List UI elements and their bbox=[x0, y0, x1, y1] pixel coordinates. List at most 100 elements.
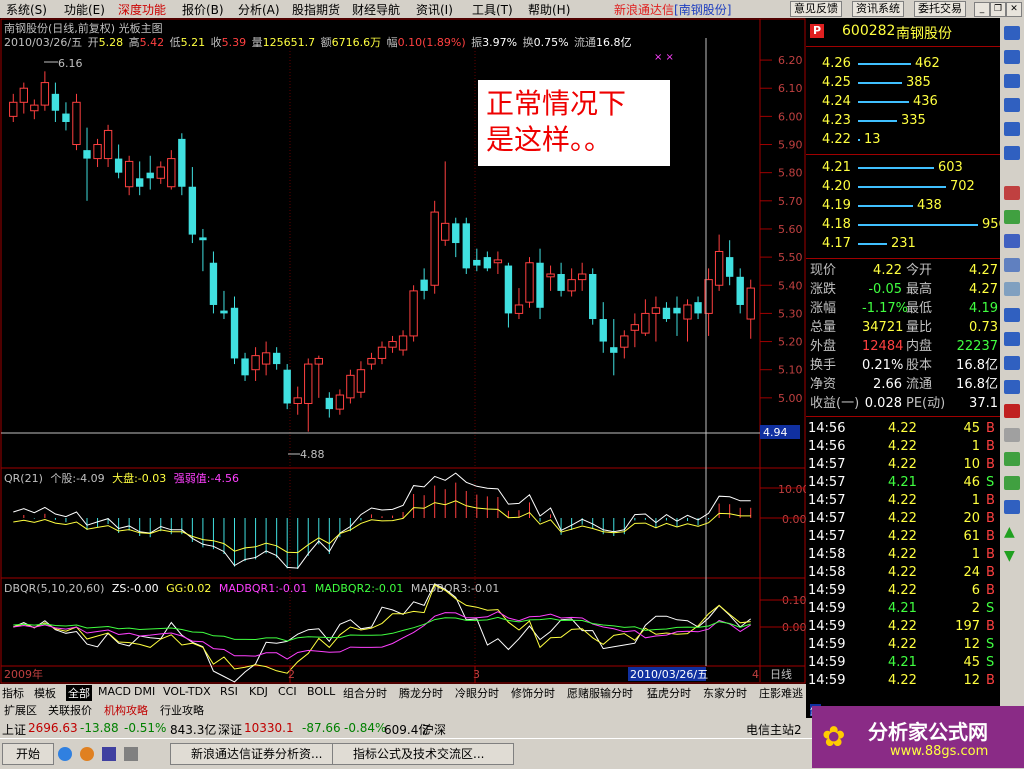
candle-body-down bbox=[610, 347, 618, 353]
bid-volume-bar bbox=[858, 167, 934, 169]
indicator-tab[interactable]: 全部 bbox=[66, 685, 92, 701]
indicator-tab[interactable]: 冷眼分时 bbox=[455, 685, 499, 701]
kline-chart[interactable]: 6.20 6.10 6.00 5.90 5.80 5.70 5.60 5.50 5.40 5.30… bbox=[0, 18, 806, 684]
toolbar-icon-16[interactable] bbox=[1004, 404, 1020, 418]
toolbar-icon-18[interactable] bbox=[1004, 452, 1020, 466]
candle-body-down bbox=[662, 307, 671, 320]
indicator-tab[interactable]: 组合分时 bbox=[343, 685, 387, 701]
indicator-tab[interactable]: 东家分时 bbox=[703, 685, 747, 701]
toolbar-icon-6[interactable] bbox=[1004, 146, 1020, 160]
firefox-quicklaunch-icon[interactable] bbox=[80, 747, 94, 761]
tick-price: 4.22 bbox=[888, 673, 917, 688]
stat-row: 涨幅 -1.17% 最低 4.19 bbox=[806, 300, 1000, 318]
toolbar-icon-15[interactable] bbox=[1004, 380, 1020, 394]
toolbar-icon-19[interactable] bbox=[1004, 476, 1020, 490]
task-forum[interactable]: 指标公式及技术交流区... bbox=[332, 743, 514, 765]
tick-time: 14:56 bbox=[808, 421, 846, 436]
candle-body-down bbox=[536, 262, 544, 308]
menu-function[interactable]: 功能(E) bbox=[64, 1, 105, 18]
toolbar-icon-10[interactable] bbox=[1004, 258, 1020, 272]
browser-quicklaunch-icon[interactable] bbox=[58, 747, 72, 761]
candle-body-up bbox=[620, 335, 629, 348]
extension-tab[interactable]: 扩展区 bbox=[4, 702, 37, 718]
tick-row: 14:59 4.21 45 S bbox=[806, 654, 1000, 672]
candle-body-down bbox=[114, 158, 123, 173]
menu-tools[interactable]: 工具(T) bbox=[472, 1, 513, 18]
toolbar-icon-14[interactable] bbox=[1004, 356, 1020, 370]
desktop-quicklaunch-icon[interactable] bbox=[124, 747, 138, 761]
candle-body-up bbox=[346, 374, 355, 399]
start-button[interactable]: 开始 bbox=[2, 743, 54, 765]
extension-tab[interactable]: 行业攻略 bbox=[160, 702, 204, 718]
indicator-tab[interactable]: 修饰分时 bbox=[511, 685, 555, 701]
menu-futures[interactable]: 股指期货 bbox=[292, 1, 340, 18]
toolbar-icon-7[interactable] bbox=[1004, 186, 1020, 200]
price-tick-label: 5.70 bbox=[778, 195, 803, 208]
price-tick-label: 6.00 bbox=[778, 110, 803, 123]
start-label: 开始 bbox=[15, 747, 40, 761]
menu-system[interactable]: 系统(S) bbox=[6, 1, 47, 18]
stat-value: 22237 bbox=[956, 339, 998, 354]
tick-side: S bbox=[986, 601, 995, 616]
indicator-tab[interactable]: 腾龙分时 bbox=[399, 685, 443, 701]
menu-depth[interactable]: 深度功能 bbox=[118, 1, 166, 18]
candle-body-up bbox=[314, 357, 323, 365]
extension-tab[interactable]: 机构攻略 bbox=[104, 702, 148, 718]
tick-volume: 20 bbox=[963, 511, 980, 526]
tick-price: 4.22 bbox=[888, 493, 917, 508]
period-label[interactable]: 日线 bbox=[770, 667, 792, 681]
indicator-tab[interactable]: BOLL bbox=[307, 685, 335, 698]
toolbar-icon-12[interactable] bbox=[1004, 308, 1020, 322]
menu-analysis[interactable]: 分析(A) bbox=[238, 1, 280, 18]
indicator-tab[interactable]: KDJ bbox=[249, 685, 268, 698]
toolbar-icon-3[interactable] bbox=[1004, 74, 1020, 88]
arrow-down-icon[interactable]: ▼ bbox=[1004, 548, 1015, 564]
candle-body-up bbox=[167, 158, 176, 188]
toolbar-icon-8[interactable] bbox=[1004, 210, 1020, 224]
task-tdx[interactable]: 新浪通达信证券分析资... bbox=[170, 743, 348, 765]
toolbar-icon-17[interactable] bbox=[1004, 428, 1020, 442]
indicator-tab[interactable]: 指标 bbox=[2, 685, 24, 701]
indicator-tab[interactable]: 庄影难逃 bbox=[759, 685, 803, 701]
indicator-tab[interactable]: RSI bbox=[220, 685, 238, 698]
indicator-tab[interactable]: CCI bbox=[278, 685, 297, 698]
qr-bars bbox=[23, 482, 752, 569]
indicator-tab[interactable]: 猛虎分时 bbox=[647, 685, 691, 701]
close-icon[interactable]: ✕ bbox=[1006, 2, 1022, 17]
indicator-tab[interactable]: DMI bbox=[134, 685, 155, 698]
header-turn: 0.75% bbox=[534, 36, 569, 49]
feedback-button[interactable]: 意见反馈 bbox=[790, 1, 842, 17]
extension-tab[interactable]: 关联报价 bbox=[48, 702, 92, 718]
tick-volume: 12 bbox=[963, 673, 980, 688]
indicator-tab[interactable]: 愿赌服输分时 bbox=[567, 685, 633, 701]
arrow-up-icon[interactable]: ▲ bbox=[1004, 524, 1015, 540]
tick-side: B bbox=[986, 673, 995, 688]
app-quicklaunch-icon[interactable] bbox=[102, 747, 116, 761]
bid-volume-bar bbox=[858, 243, 887, 245]
extension-tabs: 扩展区 关联报价 机构攻略 行业攻略 bbox=[0, 701, 806, 718]
menu-nav[interactable]: 财经导航 bbox=[352, 1, 400, 18]
indicator-tab[interactable]: 模板 bbox=[34, 685, 56, 701]
candle-body-up bbox=[377, 346, 387, 359]
menu-help[interactable]: 帮助(H) bbox=[528, 1, 570, 18]
toolbar-icon-2[interactable] bbox=[1004, 50, 1020, 64]
header-date: 2010/03/26/五 bbox=[4, 36, 82, 49]
menu-news[interactable]: 资讯(I) bbox=[416, 1, 453, 18]
minimize-icon[interactable]: _ bbox=[974, 2, 990, 17]
toolbar-icon-11[interactable] bbox=[1004, 282, 1020, 296]
indicator-tab[interactable]: VOL-TDX bbox=[163, 685, 211, 698]
toolbar-icon-9[interactable] bbox=[1004, 234, 1020, 248]
menu-quote[interactable]: 报价(B) bbox=[182, 1, 224, 18]
toolbar-icon-20[interactable] bbox=[1004, 500, 1020, 514]
indicator-tab[interactable]: MACD bbox=[98, 685, 131, 698]
news-system-button[interactable]: 资讯系统 bbox=[852, 1, 904, 17]
toolbar-icon-5[interactable] bbox=[1004, 122, 1020, 136]
toolbar-icon-1[interactable] bbox=[1004, 26, 1020, 40]
toolbar-icon-4[interactable] bbox=[1004, 98, 1020, 112]
toolbar-icon-13[interactable] bbox=[1004, 332, 1020, 346]
trade-button[interactable]: 委托交易 bbox=[914, 1, 966, 17]
stat-label: 涨跌 bbox=[810, 282, 837, 297]
candle-body-down bbox=[83, 150, 91, 159]
stat-row: 收益(一) 0.028 PE(动) 37.1 bbox=[806, 395, 1000, 413]
restore-icon[interactable]: ❐ bbox=[990, 2, 1006, 17]
